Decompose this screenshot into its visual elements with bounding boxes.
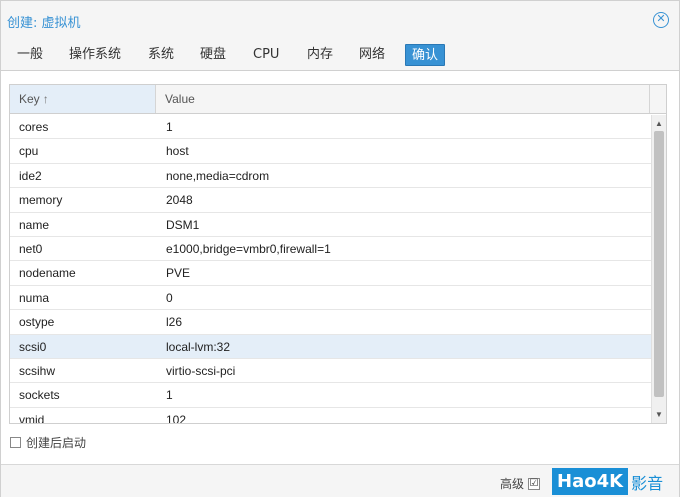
row-value: PVE: [166, 266, 191, 281]
checkbox-checked-icon[interactable]: ☑: [528, 477, 541, 490]
row-value: virtio-scsi-pci: [166, 363, 236, 378]
tab-bar: 一般 操作系统 系统 硬盘 CPU 内存 网络 确认: [1, 39, 679, 71]
start-after-created-checkbox[interactable]: 创建后启动: [10, 434, 86, 450]
row-key: scsihw: [19, 363, 56, 378]
row-value: 0: [166, 290, 173, 305]
row-key: cores: [19, 120, 49, 134]
row-key: numa: [19, 290, 50, 305]
tab-disk[interactable]: 硬盘: [194, 44, 232, 66]
watermark-logo: Hao4K 影音: [552, 467, 680, 496]
table-row[interactable]: ostype l26: [10, 310, 651, 335]
row-key: nodename: [19, 266, 76, 281]
table-row[interactable]: cores 1: [10, 115, 651, 140]
close-icon[interactable]: ✕: [653, 12, 669, 28]
scroll-up-icon[interactable]: ▲: [652, 117, 666, 131]
tab-confirm[interactable]: 确认: [405, 44, 446, 66]
table-row[interactable]: nodename PVE: [10, 261, 651, 286]
grid-header: Key ↑ Value: [10, 85, 666, 114]
summary-grid: Key ↑ Value cores 1 cpu host ide2 none,media=c…: [9, 84, 667, 424]
row-value: none,media=cdrom: [166, 168, 270, 183]
tab-system[interactable]: 系统: [142, 44, 180, 66]
row-value: host: [166, 144, 189, 159]
table-row[interactable]: memory 2048: [10, 188, 651, 213]
table-row[interactable]: name DSM1: [10, 213, 651, 237]
dialog-title: 创建: 虚拟机: [7, 16, 81, 31]
table-row[interactable]: net0 e1000,bridge=vmbr0,firewall=1: [10, 237, 651, 262]
row-key: sockets: [19, 388, 60, 403]
table-row[interactable]: numa 0: [10, 286, 651, 311]
watermark-text: 影音: [631, 473, 664, 493]
row-value: e1000,bridge=vmbr0,firewall=1: [166, 241, 331, 256]
create-vm-dialog: 创建: 虚拟机 ✕ 一般 操作系统 系统 硬盘 CPU 内存 网络 确认 Key…: [0, 0, 680, 497]
row-key: name: [19, 217, 50, 232]
row-value: 1: [166, 388, 173, 403]
grid-rows: cores 1 cpu host ide2 none,media=cdrom memory 2…: [10, 115, 651, 424]
tab-cpu[interactable]: CPU: [247, 44, 285, 66]
row-value: DSM1: [166, 217, 200, 232]
table-row[interactable]: vmid 102: [10, 408, 651, 424]
column-header-key[interactable]: Key ↑: [10, 85, 156, 113]
row-key: memory: [19, 193, 63, 208]
scroll-down-icon[interactable]: ▼: [652, 408, 666, 422]
scrollbar-thumb[interactable]: [654, 131, 664, 397]
row-value: local-lvm:32: [166, 339, 231, 354]
watermark-box-text: Hao4K: [552, 468, 629, 495]
vertical-scrollbar[interactable]: ▲ ▼: [651, 115, 666, 423]
tab-os[interactable]: 操作系统: [63, 44, 127, 66]
row-key: net0: [19, 241, 43, 256]
table-row[interactable]: scsi0 local-lvm:32: [10, 334, 651, 359]
row-key: ide2: [19, 168, 42, 183]
table-row[interactable]: sockets 1: [10, 383, 651, 408]
advanced-label: 高级: [500, 477, 525, 491]
row-value: 102: [166, 412, 187, 424]
row-key: cpu: [19, 144, 39, 159]
row-value: l26: [166, 315, 183, 330]
row-key: vmid: [19, 412, 45, 424]
row-value: 2048: [166, 193, 193, 208]
row-value: 1: [166, 120, 173, 134]
table-row[interactable]: ide2 none,media=cdrom: [10, 164, 651, 189]
tab-general[interactable]: 一般: [11, 44, 49, 66]
row-key: scsi0: [19, 339, 47, 354]
checkbox-unchecked-icon[interactable]: [10, 436, 21, 448]
start-after-created-label: 创建后启动: [26, 435, 87, 450]
advanced-toggle[interactable]: 高级 ☑: [500, 475, 541, 492]
table-row[interactable]: cpu host: [10, 139, 651, 164]
tab-memory[interactable]: 内存: [301, 44, 339, 66]
row-key: ostype: [19, 315, 55, 330]
column-header-value[interactable]: Value: [156, 85, 650, 113]
sort-ascending-icon: ↑: [42, 92, 49, 106]
tab-network[interactable]: 网络: [353, 44, 391, 66]
dialog-titlebar: 创建: 虚拟机 ✕: [1, 1, 679, 39]
table-row[interactable]: scsihw virtio-scsi-pci: [10, 359, 651, 384]
column-header-key-label: Key: [19, 92, 40, 106]
